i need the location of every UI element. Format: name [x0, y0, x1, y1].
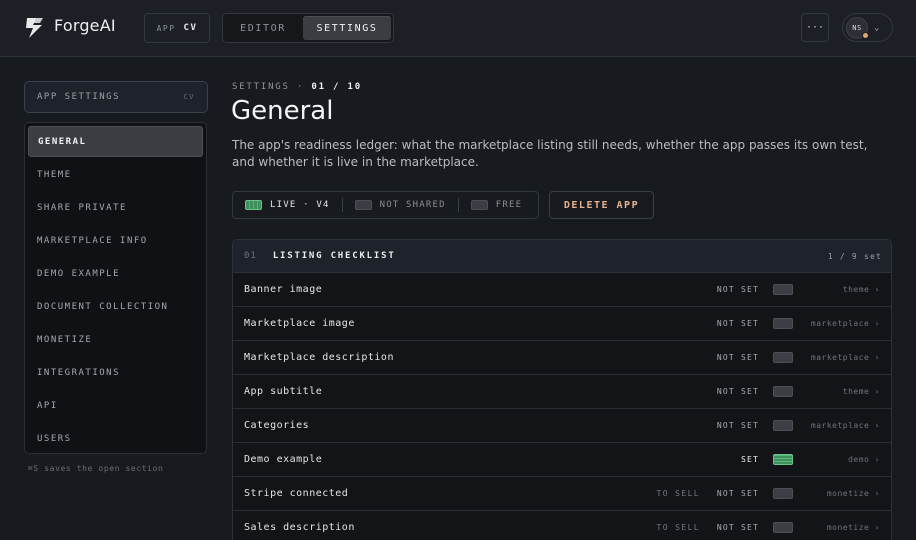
- app-switcher[interactable]: APP CV: [144, 13, 210, 43]
- breadcrumb-separator: ·: [296, 82, 305, 92]
- row-link[interactable]: monetize ›: [827, 489, 880, 498]
- settings-nav: GENERAL THEME SHARE PRIVATE MARKETPLACE …: [24, 122, 207, 454]
- row-toggle[interactable]: [773, 352, 793, 363]
- row-toggle[interactable]: [773, 386, 793, 397]
- divider: [457, 198, 459, 212]
- row-toggle[interactable]: [773, 318, 793, 329]
- status-dot: [862, 31, 869, 39]
- row-toggle[interactable]: [773, 522, 793, 533]
- table-row[interactable]: Demo example SET demo ›: [233, 443, 891, 477]
- sidebar-item-marketplace-info[interactable]: MARKETPLACE INFO: [28, 224, 203, 257]
- row-requirement: TO SELL: [656, 489, 700, 498]
- sidebar-heading-code: CV: [183, 93, 195, 101]
- chevron-down-icon: ⌄: [874, 22, 880, 33]
- tab-editor[interactable]: EDITOR: [225, 16, 301, 40]
- row-state: NOT SET: [716, 387, 759, 396]
- row-label: Categories: [244, 420, 310, 431]
- status-shared-label: NOT SHARED: [379, 200, 446, 210]
- pricing-toggle[interactable]: [470, 200, 488, 210]
- user-menu-button[interactable]: NS ⌄: [842, 13, 893, 42]
- breadcrumb-index: 01 / 10: [311, 82, 362, 92]
- tab-settings[interactable]: SETTINGS: [303, 16, 391, 40]
- shared-toggle[interactable]: [354, 200, 372, 210]
- mode-switch: EDITOR SETTINGS: [222, 13, 394, 43]
- table-row[interactable]: Banner image NOT SET theme ›: [233, 273, 891, 307]
- table-row[interactable]: Marketplace image NOT SET marketplace ›: [233, 307, 891, 341]
- table-row[interactable]: Sales description TO SELL NOT SET moneti…: [233, 511, 891, 540]
- brand-name[interactable]: ForgeAI: [54, 16, 116, 35]
- row-state: SET: [740, 455, 759, 464]
- page-title: General: [231, 96, 334, 126]
- row-state: NOT SET: [716, 421, 759, 430]
- live-toggle[interactable]: [245, 200, 262, 210]
- row-label: Stripe connected: [244, 488, 349, 499]
- status-live-label: LIVE · V4: [270, 200, 330, 210]
- sidebar-item-api[interactable]: API: [28, 389, 203, 422]
- delete-app-button[interactable]: DELETE APP: [549, 191, 654, 219]
- avatar: NS: [846, 16, 869, 39]
- row-link[interactable]: marketplace ›: [811, 319, 880, 328]
- app-code: CV: [183, 23, 198, 33]
- row-state: NOT SET: [716, 489, 759, 498]
- forge-bolt-icon[interactable]: [24, 16, 46, 40]
- sidebar-item-integrations[interactable]: INTEGRATIONS: [28, 356, 203, 389]
- row-link[interactable]: monetize ›: [827, 523, 880, 532]
- checklist-header: 01 LISTING CHECKLIST 1 / 9 set: [233, 240, 891, 273]
- checklist-title: LISTING CHECKLIST: [272, 251, 396, 261]
- row-label: Marketplace image: [244, 318, 355, 329]
- sidebar-item-demo-example[interactable]: DEMO EXAMPLE: [28, 257, 203, 290]
- row-toggle[interactable]: [773, 454, 793, 465]
- sidebar-item-document-collection[interactable]: DOCUMENT COLLECTION: [28, 290, 203, 323]
- sidebar-item-theme[interactable]: THEME: [28, 158, 203, 191]
- row-state: NOT SET: [716, 523, 759, 532]
- row-label: Marketplace description: [244, 352, 394, 363]
- page-description: The app's readiness ledger: what the mar…: [232, 138, 868, 169]
- row-link[interactable]: marketplace ›: [811, 353, 880, 362]
- divider: [341, 198, 343, 212]
- row-toggle[interactable]: [773, 488, 793, 499]
- row-toggle[interactable]: [773, 284, 793, 295]
- sidebar-heading[interactable]: APP SETTINGS CV: [24, 81, 208, 113]
- row-link[interactable]: theme ›: [843, 285, 880, 294]
- table-row[interactable]: Stripe connected TO SELL NOT SET monetiz…: [233, 477, 891, 511]
- avatar-initials: NS: [852, 23, 862, 32]
- row-state: NOT SET: [716, 319, 759, 328]
- row-link[interactable]: demo ›: [848, 455, 880, 464]
- row-toggle[interactable]: [773, 420, 793, 431]
- table-row[interactable]: App subtitle NOT SET theme ›: [233, 375, 891, 409]
- row-label: Banner image: [244, 284, 323, 295]
- sidebar-item-monetize[interactable]: MONETIZE: [28, 323, 203, 356]
- row-state: NOT SET: [716, 353, 759, 362]
- breadcrumb: SETTINGS · 01 / 10: [232, 82, 362, 92]
- sidebar-item-users[interactable]: USERS: [28, 422, 203, 455]
- row-label: Demo example: [244, 454, 323, 465]
- sidebar-item-share-private[interactable]: SHARE PRIVATE: [28, 191, 203, 224]
- app-label: APP: [156, 23, 176, 33]
- status-shared[interactable]: NOT SHARED: [354, 200, 446, 210]
- row-link[interactable]: marketplace ›: [811, 421, 880, 430]
- status-pricing-label: FREE: [495, 200, 523, 210]
- table-row[interactable]: Marketplace description NOT SET marketpl…: [233, 341, 891, 375]
- top-bar: ForgeAI APP CV EDITOR SETTINGS ··· NS ⌄: [0, 0, 916, 57]
- row-requirement: TO SELL: [656, 523, 700, 532]
- status-bar: LIVE · V4 NOT SHARED FREE: [232, 191, 539, 219]
- table-row[interactable]: Categories NOT SET marketplace ›: [233, 409, 891, 443]
- row-link[interactable]: theme ›: [843, 387, 880, 396]
- sidebar-heading-label: APP SETTINGS: [37, 92, 121, 102]
- row-label: Sales description: [244, 522, 355, 533]
- status-live[interactable]: LIVE · V4: [245, 200, 330, 210]
- listing-checklist: 01 LISTING CHECKLIST 1 / 9 set Banner im…: [232, 239, 892, 540]
- status-pricing[interactable]: FREE: [470, 200, 523, 210]
- breadcrumb-label: SETTINGS: [232, 82, 290, 92]
- checklist-number: 01: [244, 251, 257, 261]
- checklist-count: 1 / 9 set: [827, 251, 882, 261]
- row-label: App subtitle: [244, 386, 323, 397]
- save-shortcut-hint: ⌘S saves the open section: [28, 464, 164, 473]
- more-icon: ···: [805, 22, 825, 33]
- more-button[interactable]: ···: [801, 13, 829, 42]
- sidebar-item-general[interactable]: GENERAL: [28, 126, 203, 157]
- row-state: NOT SET: [716, 285, 759, 294]
